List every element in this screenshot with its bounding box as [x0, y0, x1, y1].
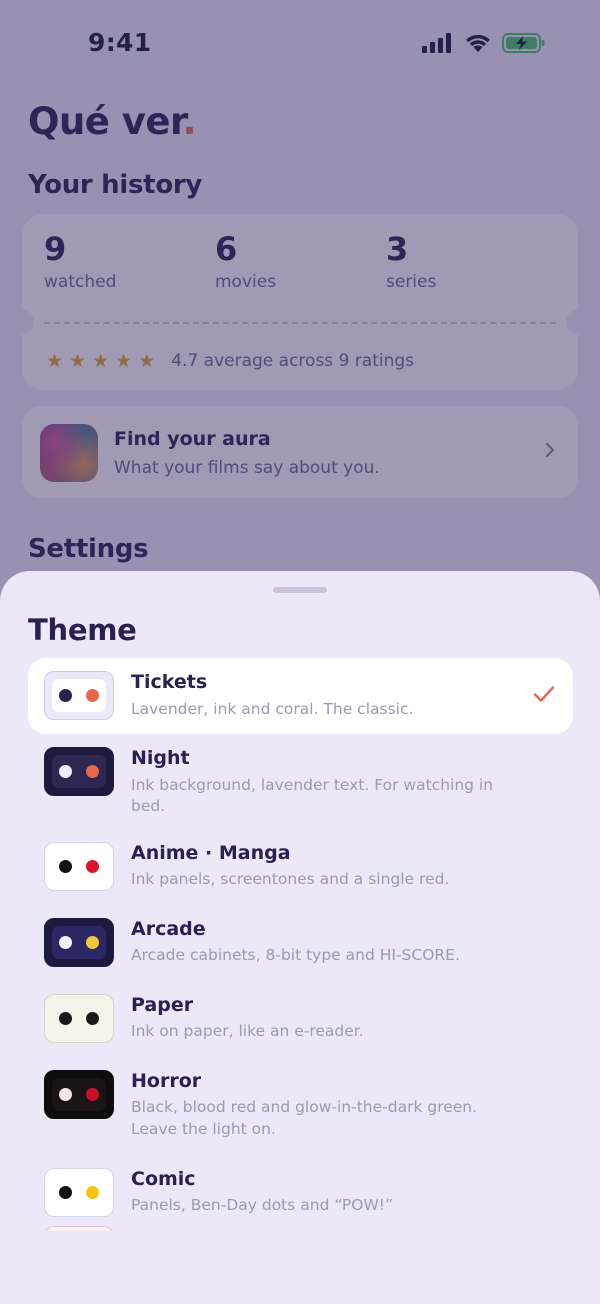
theme-swatch: [44, 1167, 114, 1217]
theme-description: Black, blood red and glow-in-the-dark gr…: [131, 1098, 478, 1138]
theme-name: Comic: [131, 1167, 196, 1190]
sheet-bottom-fade: [0, 1231, 600, 1304]
theme-description: Ink panels, screentones and a single red…: [131, 870, 450, 889]
theme-name: Paper: [131, 993, 194, 1016]
theme-description: Ink on paper, like an e-reader.: [131, 1022, 364, 1041]
theme-swatch: [44, 1069, 114, 1119]
theme-description: Panels, Ben-Day dots and “POW!”: [131, 1196, 394, 1215]
theme-option-comic[interactable]: Comic Panels, Ben-Day dots and “POW!”: [28, 1155, 573, 1231]
theme-option-night[interactable]: Night Ink background, lavender text. For…: [28, 734, 573, 829]
theme-name: Anime · Manga: [131, 841, 291, 864]
theme-option-paper[interactable]: Paper Ink on paper, like an e-reader.: [28, 981, 573, 1057]
sheet-grabber[interactable]: [273, 587, 327, 593]
theme-name: Arcade: [131, 917, 206, 940]
theme-swatch: [44, 841, 114, 891]
theme-swatch: [44, 993, 114, 1043]
theme-swatch: [44, 671, 114, 720]
theme-description: Ink background, lavender text. For watch…: [131, 775, 494, 816]
theme-name: Night: [131, 747, 190, 769]
theme-list: Tickets Lavender, ink and coral. The cla…: [28, 658, 573, 1231]
theme-option-anime-manga[interactable]: Anime · Manga Ink panels, screentones an…: [28, 829, 573, 905]
checkmark-icon: [533, 686, 555, 702]
theme-description: Lavender, ink and coral. The classic.: [131, 699, 414, 718]
theme-name: Tickets: [131, 671, 208, 693]
theme-option-tickets[interactable]: Tickets Lavender, ink and coral. The cla…: [28, 658, 573, 734]
theme-option-horror[interactable]: Horror Black, blood red and glow-in-the-…: [28, 1057, 573, 1155]
theme-swatch: [44, 747, 114, 796]
theme-option-arcade[interactable]: Arcade Arcade cabinets, 8-bit type and H…: [28, 905, 573, 981]
theme-sheet: Theme Tickets Lavender, ink and coral. T…: [0, 571, 600, 1304]
theme-name: Horror: [131, 1069, 202, 1092]
theme-swatch: [44, 917, 114, 967]
theme-description: Arcade cabinets, 8-bit type and HI-SCORE…: [131, 946, 460, 965]
sheet-title: Theme: [28, 613, 137, 647]
